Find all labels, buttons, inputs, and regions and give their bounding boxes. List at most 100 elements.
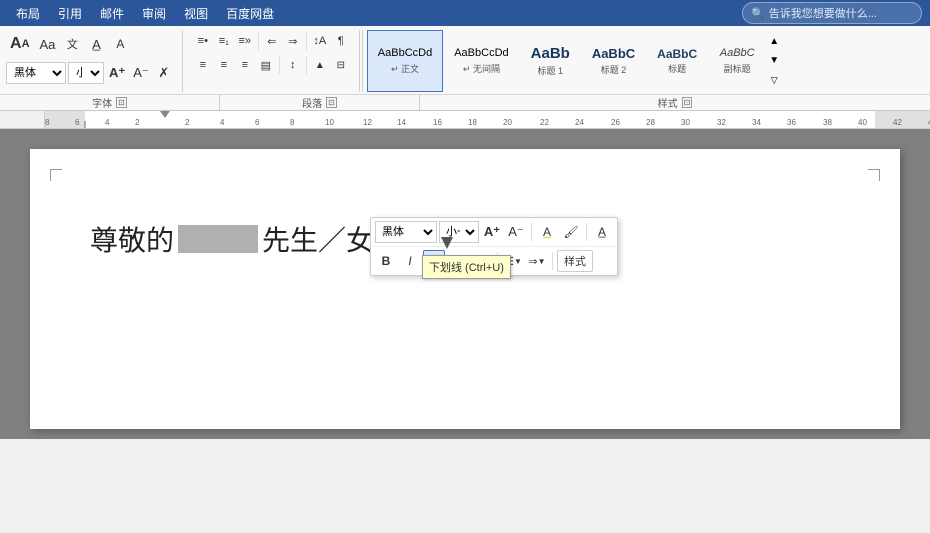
style-biaoti2-label: 标题 2 [601,63,627,76]
border-btn[interactable]: ⊟ [331,54,351,76]
font-aa-btn[interactable]: Aa [36,30,60,58]
justify-btn[interactable]: ▤ [256,54,276,76]
wen-icon: 文 [67,36,78,52]
chevron-up-icon: ▲ [769,36,779,47]
style-biaoti2[interactable]: AaBbC 标题 2 [581,30,646,92]
wen-btn[interactable]: 文 [61,30,83,58]
menu-review[interactable]: 审阅 [134,2,174,25]
doc-blank-name [178,225,258,253]
increase-indent-btn[interactable]: ⇒ [283,30,303,52]
mini-list-down-icon: ▼ [514,257,522,266]
align-right-btn[interactable]: ≡ [235,54,255,76]
font-group: AA Aa 文 A̲ A 黑体 [6,30,183,92]
text-effect-btn[interactable]: A̲ [85,30,107,58]
search-text: 告诉我您想要做什么... [769,5,877,21]
menu-mail[interactable]: 邮件 [92,2,132,25]
corner-mark-tl [50,169,62,181]
style-biaoti2-preview: AaBbC [592,46,635,62]
shading-btn[interactable]: ▲ [310,54,330,76]
mini-font-select[interactable]: 黑体 [375,221,437,243]
doc-text-before: 尊敬的 [90,219,174,259]
font-size-small-icon: A [22,38,30,50]
mini-text-color-btn[interactable]: A [536,221,558,243]
menu-layout[interactable]: 布局 [8,2,48,25]
corner-mark-tr [868,169,880,181]
text-color-icon: A [116,37,124,51]
mini-font-shrink-btn[interactable]: A⁻ [505,221,527,243]
chevron-down-icon: ▼ [769,55,779,66]
divider3 [279,56,280,74]
style-biaoti1-preview: AaBb [531,45,570,63]
style-group-label: 样式 ⊡ [420,95,930,110]
style-fubiaoti-label: 副标题 [724,62,751,75]
numbered-list-btn[interactable]: ≡₁ [214,30,234,52]
font-size-select[interactable]: 小一 [68,62,104,84]
divider4 [306,56,307,74]
style-zhengwen-label: ↵ 正文 [391,62,419,75]
mini-divider4 [552,252,553,270]
style-group-expand-icon[interactable]: ⊡ [682,97,693,108]
style-zhengwen[interactable]: AaBbCcDd ↵ 正文 [367,30,443,92]
tooltip: 下划线 (Ctrl+U) [422,255,511,279]
mini-style-btn[interactable]: 样式 [557,250,593,272]
mini-italic-btn[interactable]: I [399,250,421,272]
mini-text-color-icon: A [543,225,551,239]
mini-text-effect-btn[interactable]: A̲ [591,221,613,243]
menu-reference[interactable]: 引用 [50,2,90,25]
style-biaoti[interactable]: AaBbC 标题 [646,30,708,92]
decrease-indent-btn[interactable]: ⇐ [262,30,282,52]
font-name-select[interactable]: 黑体 [6,62,66,84]
style-biaoti-preview: AaBbC [657,47,697,61]
font-shrink-btn[interactable]: A⁻ [130,62,152,84]
font-group-label: 字体 ⊡ [0,95,220,110]
style-biaoti1[interactable]: AaBb 标题 1 [520,30,581,92]
doc-page: 尊敬的 先生／女士 [30,149,900,429]
mini-size-select[interactable]: 小一 [439,221,479,243]
mini-divider1 [531,223,532,241]
ruler-corner [25,111,45,128]
style-fubiaoti[interactable]: AaBbC 副标题 [708,30,766,92]
ruler: 8 6 4 2 2 4 6 8 10 12 14 16 18 20 22 24 … [0,111,930,129]
font-grow-btn[interactable]: A⁺ [106,62,128,84]
mini-paint-btn[interactable]: 🖌 [560,221,582,243]
left-indent-marker[interactable] [160,111,170,118]
style-wujiange-label: ↵ 无间隔 [463,62,500,75]
style-wujiange[interactable]: AaBbCcDd ↵ 无间隔 [443,30,519,92]
ruler-inner: 8 6 4 2 2 4 6 8 10 12 14 16 18 20 22 24 … [45,111,930,128]
text-color-btn[interactable]: A [109,30,131,58]
search-box[interactable]: 🔍 告诉我您想要做什么... [742,2,922,24]
text-effect-icon: A̲ [92,37,101,52]
align-left-btn[interactable]: ≡ [193,54,213,76]
mini-font-grow-btn[interactable]: A⁺ [481,221,503,243]
multilevel-list-btn[interactable]: ≡» [235,30,255,52]
mini-toolbar-row1: 黑体 小一 A⁺ A⁻ A 🖌 A̲ [371,218,617,247]
search-icon: 🔍 [751,7,765,20]
show-marks-btn[interactable]: ¶ [331,30,351,52]
align-center-btn[interactable]: ≡ [214,54,234,76]
aa-icon: Aa [40,37,56,52]
menu-baidu[interactable]: 百度网盘 [218,2,282,25]
top-section: 布局 引用 邮件 审阅 视图 百度网盘 🔍 告诉我您想要做什么... [0,0,930,26]
para-group-expand-icon[interactable]: ⊡ [326,97,337,108]
mini-bold-btn[interactable]: B [375,250,397,272]
mini-indent-btn[interactable]: ⇒ ▼ [526,250,548,272]
style-wujiange-preview: AaBbCcDd [454,47,508,60]
bullet-list-btn[interactable]: ≡• [193,30,213,52]
expand-icon: ▽ [771,75,778,86]
line-spacing-btn[interactable]: ↕ [283,54,303,76]
menu-bar: 布局 引用 邮件 审阅 视图 百度网盘 🔍 告诉我您想要做什么... [0,0,930,26]
mini-indent-icon: ⇒ [528,255,537,268]
mini-effect-icon: A̲ [598,225,606,239]
style-biaoti1-label: 标题 1 [537,64,563,77]
styles-scroll-up[interactable]: ▲ ▼ ▽ [766,30,782,92]
menu-view[interactable]: 视图 [176,2,216,25]
para-group-label: 段落 ⊡ [220,95,420,110]
styles-area: AaBbCcDd ↵ 正文 AaBbCcDd ↵ 无间隔 AaBb 标题 1 A… [362,30,924,92]
divider2 [306,32,307,50]
style-zhengwen-preview: AaBbCcDd [378,47,432,60]
clear-format-btn[interactable]: ✗ [154,62,174,84]
font-group-expand-icon[interactable]: ⊡ [116,97,127,108]
sort-btn[interactable]: ↕A [310,30,330,52]
font-size-increase-btn[interactable]: AA [6,30,34,58]
divider [258,32,259,50]
